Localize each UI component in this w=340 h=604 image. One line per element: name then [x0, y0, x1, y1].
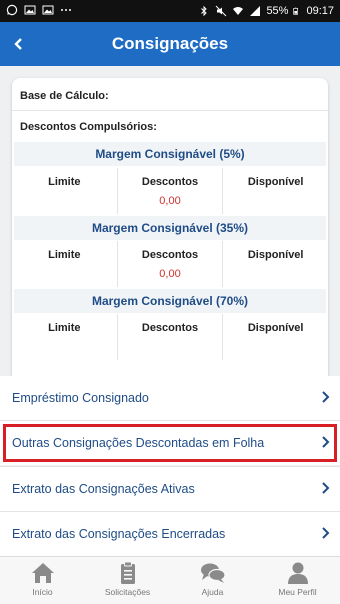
limite-cell: Limite	[12, 314, 117, 360]
home-icon	[31, 563, 54, 583]
chevron-right-icon	[322, 482, 330, 494]
whatsapp-icon	[6, 4, 18, 16]
divider	[12, 110, 328, 111]
chevron-right-icon	[322, 527, 330, 539]
margin-row-35: Limite Descontos 0,00 Disponível	[12, 241, 328, 287]
bottom-navigation: Início Solicitações Ajuda Meu Perfil	[0, 556, 340, 604]
limite-cell: Limite	[12, 241, 117, 287]
nav-label: Meu Perfil	[278, 587, 317, 597]
user-icon	[287, 562, 308, 584]
descontos-cell: Descontos	[116, 314, 223, 360]
disponivel-label: Disponível	[247, 249, 304, 261]
margin-header-5: Margem Consignável (5%)	[14, 142, 326, 166]
nav-meu-perfil[interactable]: Meu Perfil	[255, 557, 340, 604]
nav-inicio[interactable]: Início	[0, 557, 85, 604]
nav-ajuda[interactable]: Ajuda	[170, 557, 255, 604]
more-notifications-icon	[61, 9, 71, 11]
menu-item-emprestimo-consignado[interactable]: Empréstimo Consignado	[0, 376, 340, 420]
menu-item-label: Empréstimo Consignado	[12, 391, 149, 405]
wifi-icon	[233, 7, 244, 15]
descontos-compulsorios-label: Descontos Compulsórios:	[20, 121, 157, 133]
menu-item-label: Extrato das Consignações Encerradas	[12, 527, 226, 541]
menu-item-label: Outras Consignações Descontadas em Folha	[12, 436, 265, 450]
descontos-cell: Descontos 0,00	[116, 241, 223, 287]
mute-icon	[216, 5, 227, 17]
chevron-right-icon	[322, 391, 330, 403]
limite-label: Limite	[48, 176, 81, 188]
app-bar: Consignações	[0, 22, 340, 66]
descontos-label: Descontos	[141, 249, 199, 261]
nav-label: Solicitações	[104, 587, 151, 597]
margin-header-70: Margem Consignável (70%)	[14, 289, 326, 313]
bluetooth-icon	[201, 5, 208, 17]
descontos-cell: Descontos 0,00	[116, 168, 223, 214]
limite-label: Limite	[48, 322, 81, 334]
disponivel-cell: Disponível	[222, 314, 328, 360]
battery-level: 55%	[266, 5, 289, 17]
disponivel-label: Disponível	[247, 176, 304, 188]
margin-row-70: Limite Descontos Disponível	[12, 314, 328, 360]
descontos-label: Descontos	[141, 322, 199, 334]
margin-row-5: Limite Descontos 0,00 Disponível	[12, 168, 328, 214]
main-content: Base de Cálculo: Descontos Compulsórios:…	[0, 66, 340, 556]
clock: 09:17	[306, 5, 334, 17]
base-de-calculo-label: Base de Cálculo:	[20, 90, 109, 102]
image-icon	[24, 5, 36, 15]
limite-cell: Limite	[12, 168, 117, 214]
disponivel-label: Disponível	[247, 322, 304, 334]
descontos-value: 0,00	[159, 268, 181, 280]
menu-item-extrato-ativas[interactable]: Extrato das Consignações Ativas	[0, 467, 340, 511]
page-title: Consignações	[111, 34, 229, 53]
status-bar: 55% 09:17	[0, 0, 340, 22]
chat-bubbles-icon	[200, 563, 226, 583]
nav-label: Início	[32, 587, 53, 597]
menu-item-label: Extrato das Consignações Ativas	[12, 482, 195, 496]
menu-item-extrato-encerradas[interactable]: Extrato das Consignações Encerradas	[0, 512, 340, 556]
clipboard-icon	[120, 561, 135, 584]
nav-solicitacoes[interactable]: Solicitações	[85, 557, 170, 604]
disponivel-cell: Disponível	[222, 168, 328, 214]
limite-label: Limite	[48, 249, 81, 261]
signal-icon	[250, 6, 261, 16]
menu-item-outras-consignacoes[interactable]: Outras Consignações Descontadas em Folha	[0, 421, 340, 465]
nav-label: Ajuda	[201, 587, 224, 597]
image-icon	[42, 5, 54, 15]
battery-icon	[293, 7, 299, 15]
descontos-label: Descontos	[141, 176, 199, 188]
chevron-right-icon	[322, 436, 330, 448]
descontos-value: 0,00	[159, 195, 181, 207]
margin-header-35: Margem Consignável (35%)	[14, 216, 326, 240]
disponivel-cell: Disponível	[222, 241, 328, 287]
